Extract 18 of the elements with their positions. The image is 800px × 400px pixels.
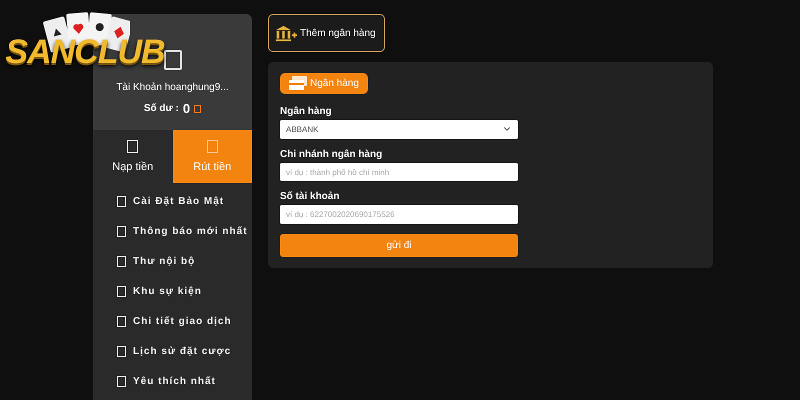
menu-item[interactable]: Cài Đặt Bảo Mật (117, 193, 252, 210)
menu-item[interactable]: Lịch sử đặt cược (117, 343, 252, 360)
menu-item[interactable]: Thông báo mới nhất (117, 223, 252, 240)
balance-value: 0 (182, 101, 190, 116)
input-field[interactable]: ví dụ : 6227002020690175526 (280, 205, 518, 224)
menu-item[interactable]: Chi tiết giao dịch (117, 313, 252, 330)
balance-label: Số dư : (144, 103, 179, 114)
menu-item[interactable]: Thư nội bộ (117, 253, 252, 270)
input-field[interactable]: ví dụ : thành phố hồ chí minh (280, 162, 518, 182)
field-label: Ngân hàng (280, 106, 333, 117)
field-label: Chi nhánh ngân hàng (280, 148, 384, 160)
tab[interactable]: Nạp tiền (93, 130, 172, 183)
menu-item[interactable]: Khu sự kiện (117, 283, 252, 300)
add-bank-button[interactable]: Thêm ngân hàng (268, 14, 385, 52)
menu-item[interactable]: Yêu thích nhất (117, 373, 252, 390)
field-label: Số tài khoản (280, 191, 340, 202)
bank-select[interactable]: ABBANK (280, 120, 518, 139)
account-name: Tài Khoản hoanghung9... (116, 82, 229, 93)
